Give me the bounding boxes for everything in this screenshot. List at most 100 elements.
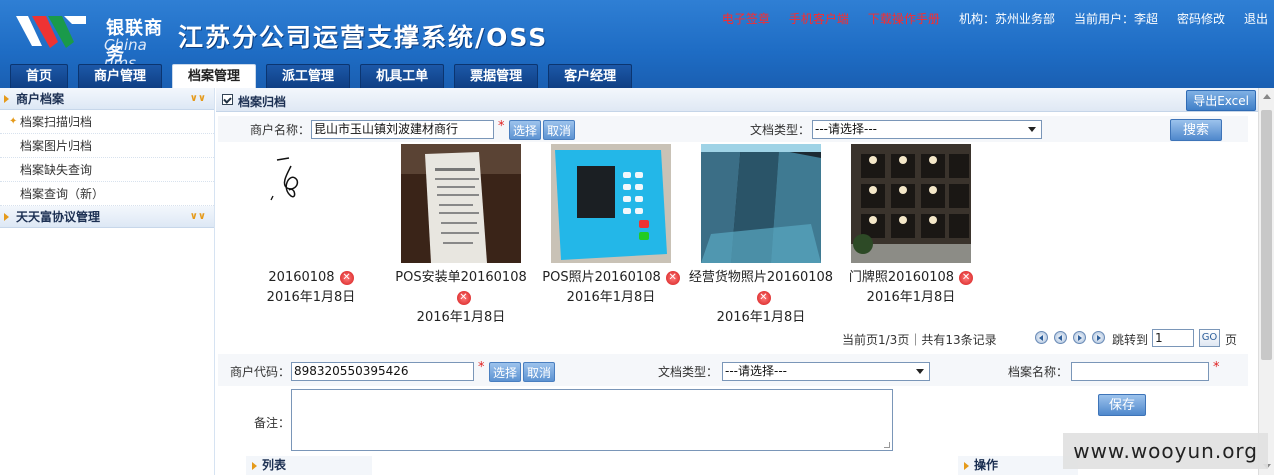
double-chevron-down-icon[interactable]: ∨∨: [190, 206, 206, 228]
sidebar-section-merchant-archive[interactable]: 商户档案 ∨∨: [0, 88, 214, 110]
sidebar-section-tiantianfu[interactable]: 天天富协议管理 ∨∨: [0, 206, 214, 228]
document-name: POS安装单20160108: [395, 270, 527, 285]
document-card[interactable]: POS照片20160108 ✕ 2016年1月8日: [536, 144, 686, 308]
triangle-right-icon: [964, 462, 969, 470]
document-thumbnail[interactable]: [401, 144, 521, 263]
first-page-icon[interactable]: [1035, 331, 1048, 344]
panel-title: 档案归档: [238, 95, 287, 109]
select-merchant-button[interactable]: 选择: [509, 120, 542, 140]
document-name: POS照片20160108: [542, 270, 661, 285]
resize-grip-icon[interactable]: [884, 442, 890, 448]
list-title: 列表: [262, 458, 287, 472]
tab-archive-management[interactable]: 档案管理: [172, 64, 257, 88]
document-thumbnail[interactable]: [851, 144, 971, 263]
document-card[interactable]: POS安装单20160108 ✕ 2016年1月8日: [386, 144, 536, 328]
merchant-code-input[interactable]: 898320550395426: [291, 362, 474, 381]
cancel-code-button[interactable]: 取消: [523, 362, 556, 382]
delete-icon[interactable]: ✕: [665, 271, 680, 285]
search-button[interactable]: 搜索: [1170, 119, 1223, 141]
header: 银联商务 China ums 江苏分公司运营支撑系统/OSS 电子签章 手机客户…: [0, 0, 1274, 88]
document-gallery: 20160108 ✕ 2016年1月8日 POS安装单20160108✕ 201…: [236, 144, 996, 325]
delete-icon[interactable]: ✕: [339, 271, 354, 285]
document-name: 门牌照20160108: [848, 270, 955, 285]
merchant-code-label: 商户代码：: [230, 365, 291, 379]
document-date: 2016年1月8日: [416, 310, 506, 325]
jump-to-label: 跳转到: [1112, 333, 1149, 347]
export-excel-button[interactable]: 导出Excel: [1186, 90, 1256, 111]
double-chevron-down-icon[interactable]: ∨∨: [190, 88, 206, 110]
save-button[interactable]: 保存: [1098, 394, 1147, 416]
last-page-icon[interactable]: [1092, 331, 1105, 344]
tab-device-work-orders[interactable]: 机具工单: [360, 64, 445, 88]
required-asterisk: *: [1213, 360, 1220, 375]
dropdown-arrow-icon: [916, 369, 924, 374]
sidebar-item-image-archive[interactable]: 档案图片归档: [0, 134, 214, 158]
receipt-photo-icon: [401, 144, 521, 263]
goods-display-photo-icon: [701, 144, 821, 263]
dropdown-arrow-icon: [1028, 127, 1036, 132]
triangle-right-icon: [4, 95, 9, 103]
merchant-name-label: 商户名称：: [250, 123, 311, 137]
next-page-icon[interactable]: [1073, 331, 1086, 344]
sidebar-item-archive-query-new[interactable]: 档案查询（新）: [0, 182, 214, 206]
tab-dispatch-management[interactable]: 派工管理: [266, 64, 351, 88]
page-number-input[interactable]: 1: [1152, 329, 1194, 347]
current-user-label: 当前用户：李超: [1073, 12, 1158, 26]
search-form: 商户名称： 昆山市玉山镇刘波建材商行 * 选择 取消 文档类型： ---请选择-…: [218, 116, 1248, 142]
sidebar-item-scan-archive[interactable]: ✦ 档案扫描归档: [0, 110, 214, 134]
tab-home[interactable]: 首页: [10, 64, 69, 88]
form-doctype-select[interactable]: ---请选择---: [722, 362, 930, 381]
document-date: 2016年1月8日: [716, 310, 806, 325]
form-row-1: 商户代码： 898320550395426 * 选择 取消 文档类型： ---请…: [218, 354, 1248, 386]
document-thumbnail[interactable]: [701, 144, 821, 263]
tab-account-manager[interactable]: 客户经理: [548, 64, 633, 88]
doctype-select[interactable]: ---请选择---: [812, 120, 1042, 139]
company-logo: 银联商务 China ums: [14, 10, 174, 72]
prev-page-icon[interactable]: [1054, 331, 1067, 344]
top-links: 电子签章 手机客户端 下载操作手册 机构：苏州业务部 当前用户：李超 密码修改 …: [703, 10, 1268, 27]
remark-textarea[interactable]: [291, 389, 893, 451]
triangle-right-icon: [252, 462, 257, 470]
cancel-merchant-button[interactable]: 取消: [543, 120, 576, 140]
system-title: 江苏分公司运营支撑系统/OSS: [178, 23, 549, 52]
document-card[interactable]: 20160108 ✕ 2016年1月8日: [236, 144, 386, 308]
document-card[interactable]: 门牌照20160108 ✕ 2016年1月8日: [836, 144, 986, 308]
tab-receipt-management[interactable]: 票据管理: [454, 64, 539, 88]
storefront-photo-icon: [851, 144, 971, 263]
sidebar-section-label: 商户档案: [16, 92, 65, 106]
manual-download-link[interactable]: 下载操作手册: [868, 10, 940, 27]
org-label: 机构：苏州业务部: [958, 12, 1055, 26]
pos-terminal-photo-icon: [551, 144, 671, 263]
app-window: 银联商务 China ums 江苏分公司运营支撑系统/OSS 电子签章 手机客户…: [0, 0, 1274, 475]
tab-merchant-management[interactable]: 商户管理: [78, 64, 163, 88]
logout-link[interactable]: 退出: [1244, 10, 1268, 27]
document-date: 2016年1月8日: [266, 290, 356, 305]
doctype-label: 文档类型：: [750, 123, 811, 137]
change-password-link[interactable]: 密码修改: [1177, 10, 1225, 27]
document-date: 2016年1月8日: [866, 290, 956, 305]
archive-name-input[interactable]: [1071, 362, 1209, 381]
select-code-button[interactable]: 选择: [489, 362, 522, 382]
scroll-up-icon[interactable]: [1263, 94, 1271, 99]
delete-icon[interactable]: ✕: [456, 291, 471, 305]
merchant-name-input[interactable]: 昆山市玉山镇刘波建材商行: [311, 120, 494, 139]
document-thumbnail[interactable]: [251, 144, 371, 263]
delete-icon[interactable]: ✕: [756, 291, 771, 305]
esign-link[interactable]: 电子签章: [722, 10, 770, 27]
page-suffix-label: 页: [1225, 333, 1238, 347]
sidebar-section-label: 天天富协议管理: [16, 210, 101, 224]
checkbox-icon[interactable]: [222, 94, 233, 105]
vertical-scrollbar[interactable]: [1258, 88, 1274, 475]
sidebar-item-missing-query[interactable]: 档案缺失查询: [0, 158, 214, 182]
required-asterisk: *: [478, 360, 485, 375]
operations-section-header[interactable]: 操作: [958, 456, 1078, 475]
scroll-thumb[interactable]: [1261, 110, 1272, 360]
mobile-client-link[interactable]: 手机客户端: [789, 10, 849, 27]
triangle-right-icon: [4, 213, 9, 221]
document-thumbnail[interactable]: [551, 144, 671, 263]
go-button[interactable]: GO: [1199, 329, 1220, 347]
list-section-header[interactable]: 列表: [246, 456, 372, 475]
delete-icon[interactable]: ✕: [959, 271, 974, 285]
remark-label: 备注：: [254, 416, 291, 430]
document-card[interactable]: 经营货物照片20160108 ✕ 2016年1月8日: [686, 144, 836, 328]
